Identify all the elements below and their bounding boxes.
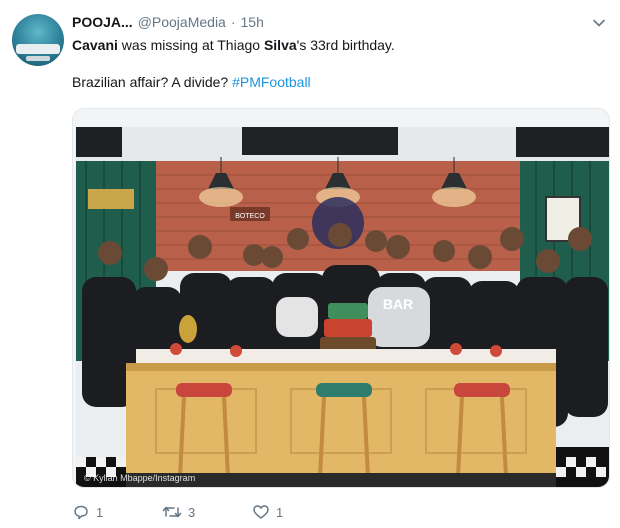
tweet-media[interactable]: BOTECO BAR © Kylian Mbappe/Instagram — [72, 108, 610, 488]
tweet-text-segment: Brazilian affair? A divide? — [72, 74, 233, 90]
header-separator: · — [230, 14, 236, 30]
photo-credit: © Kylian Mbappe/Instagram — [84, 473, 196, 483]
like-button[interactable]: 1 — [252, 503, 342, 521]
like-count: 1 — [276, 504, 284, 520]
reply-count: 1 — [96, 504, 104, 520]
tweet-line-2: Brazilian affair? A divide? #PMFootball — [72, 73, 602, 92]
tweet-text-segment: was missing at Thiago — [117, 37, 264, 53]
author-handle[interactable]: @PoojaMedia — [138, 14, 226, 30]
photo-illustration: BOTECO BAR — [76, 127, 609, 487]
retweet-icon — [162, 506, 182, 518]
tweet-text: Cavani was missing at Thiago Silva's 33r… — [72, 36, 602, 92]
retweet-count: 3 — [188, 504, 196, 520]
mention-cavani: Cavani — [72, 37, 118, 53]
tweet-header: POOJA... @PoojaMedia · 15h — [72, 14, 264, 32]
bar-shirt-text: BAR — [383, 296, 413, 312]
reply-button[interactable]: 1 — [72, 503, 162, 521]
tweet-timestamp[interactable]: 15h — [241, 14, 264, 30]
tweet-card[interactable]: POOJA... @PoojaMedia · 15h Cavani was mi… — [0, 0, 620, 528]
avatar-logo-band-small — [26, 56, 50, 61]
author-avatar[interactable] — [12, 14, 64, 66]
boteco-sign: BOTECO — [235, 213, 265, 220]
reply-icon — [74, 505, 88, 520]
tweet-actions: 1 3 1 — [72, 502, 342, 522]
heart-icon — [253, 505, 269, 519]
hashtag-link[interactable]: #PMFootball — [232, 74, 311, 90]
tweet-text-segment: 's 33rd birthday. — [296, 37, 395, 53]
party-photo[interactable]: BOTECO BAR © Kylian Mbappe/Instagram — [76, 127, 609, 487]
tweet-line-1: Cavani was missing at Thiago Silva's 33r… — [72, 36, 602, 55]
retweet-button[interactable]: 3 — [162, 503, 252, 521]
author-name[interactable]: POOJA... — [72, 14, 133, 30]
avatar-logo-band — [16, 44, 60, 54]
chevron-down-icon[interactable] — [592, 16, 606, 30]
mention-silva: Silva — [263, 37, 297, 53]
